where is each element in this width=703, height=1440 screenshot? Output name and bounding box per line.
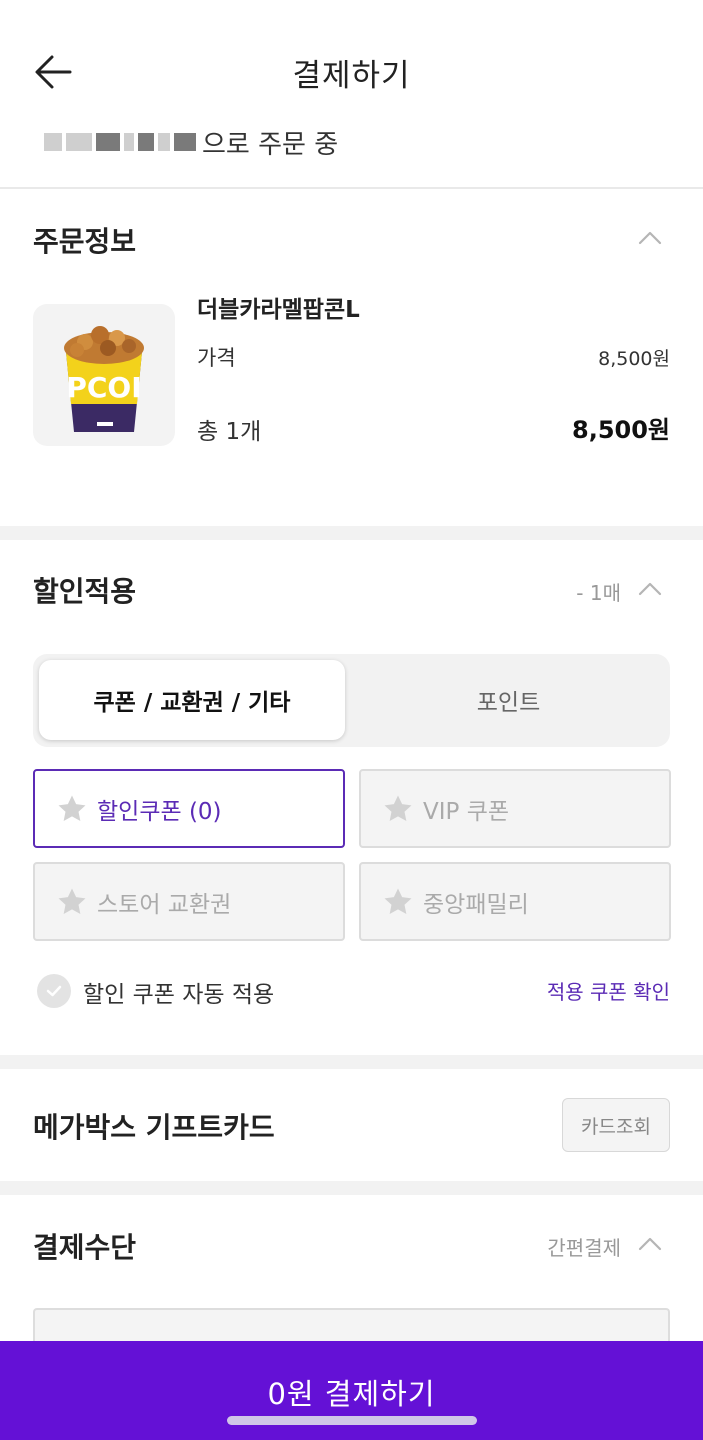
check-icon: [46, 985, 62, 997]
store-voucher-button[interactable]: 스토어 교환권: [33, 862, 345, 941]
order-info-title: 주문정보: [33, 225, 137, 258]
discount-coupon-label: 할인쿠폰 (0): [97, 798, 222, 825]
redacted-block: [66, 133, 92, 151]
store-voucher-label: 스토어 교환권: [97, 891, 232, 918]
svg-text:PCOI: PCOI: [66, 371, 141, 404]
ordering-status: 으로 주문 중: [44, 122, 338, 162]
redacted-block: [124, 133, 134, 151]
section-divider: [0, 1181, 703, 1195]
total-value: 8,500원: [572, 416, 670, 444]
star-icon: [384, 795, 412, 821]
redacted-block: [138, 133, 154, 151]
payment-method-title: 결제수단: [33, 1231, 137, 1264]
discount-count: - 1매: [576, 581, 621, 605]
chevron-up-icon[interactable]: [636, 1230, 664, 1258]
vip-coupon-label: VIP 쿠폰: [423, 798, 510, 825]
tab-coupon-voucher[interactable]: 쿠폰 / 교환권 / 기타: [39, 660, 345, 740]
redacted-block: [174, 133, 196, 151]
section-divider: [0, 1055, 703, 1069]
pay-button-label: 0원 결제하기: [267, 1377, 436, 1411]
card-lookup-button[interactable]: 카드조회: [562, 1098, 670, 1152]
total-label: 총 1개: [197, 419, 262, 445]
vip-coupon-button[interactable]: VIP 쿠폰: [359, 769, 671, 848]
gift-card-title: 메가박스 기프트카드: [33, 1111, 275, 1144]
auto-apply-checkbox[interactable]: [37, 974, 71, 1008]
auto-apply-label[interactable]: 할인 쿠폰 자동 적용: [83, 975, 274, 1009]
joongang-family-label: 중앙패밀리: [423, 891, 529, 918]
price-value: 8,500원: [598, 348, 670, 370]
redacted-block: [96, 133, 120, 151]
discount-coupon-button[interactable]: 할인쿠폰 (0): [33, 769, 345, 848]
joongang-family-button[interactable]: 중앙패밀리: [359, 862, 671, 941]
applied-coupon-link[interactable]: 적용 쿠폰 확인: [547, 976, 670, 1005]
easy-pay-label: 간편결제: [547, 1236, 621, 1260]
discount-title: 할인적용: [33, 575, 137, 608]
chevron-up-icon[interactable]: [636, 224, 664, 252]
ordering-text: 으로 주문 중: [202, 129, 339, 160]
section-divider: [0, 526, 703, 540]
star-icon: [384, 888, 412, 914]
product-name: 더블카라멜팝콘L: [197, 297, 360, 323]
page-title: 결제하기: [292, 58, 411, 94]
divider: [0, 187, 703, 189]
header: 결제하기: [0, 0, 703, 120]
redacted-block: [44, 133, 62, 151]
product-image: PCOI: [33, 304, 175, 446]
star-icon: [58, 888, 86, 914]
redacted-block: [158, 133, 170, 151]
home-indicator: [227, 1416, 477, 1425]
star-icon: [58, 795, 86, 821]
discount-tabs: 쿠폰 / 교환권 / 기타 포인트: [33, 654, 670, 747]
tab-point[interactable]: 포인트: [353, 660, 664, 740]
pay-button[interactable]: 0원 결제하기: [0, 1341, 703, 1440]
price-label: 가격: [197, 346, 236, 370]
chevron-up-icon[interactable]: [636, 575, 664, 603]
